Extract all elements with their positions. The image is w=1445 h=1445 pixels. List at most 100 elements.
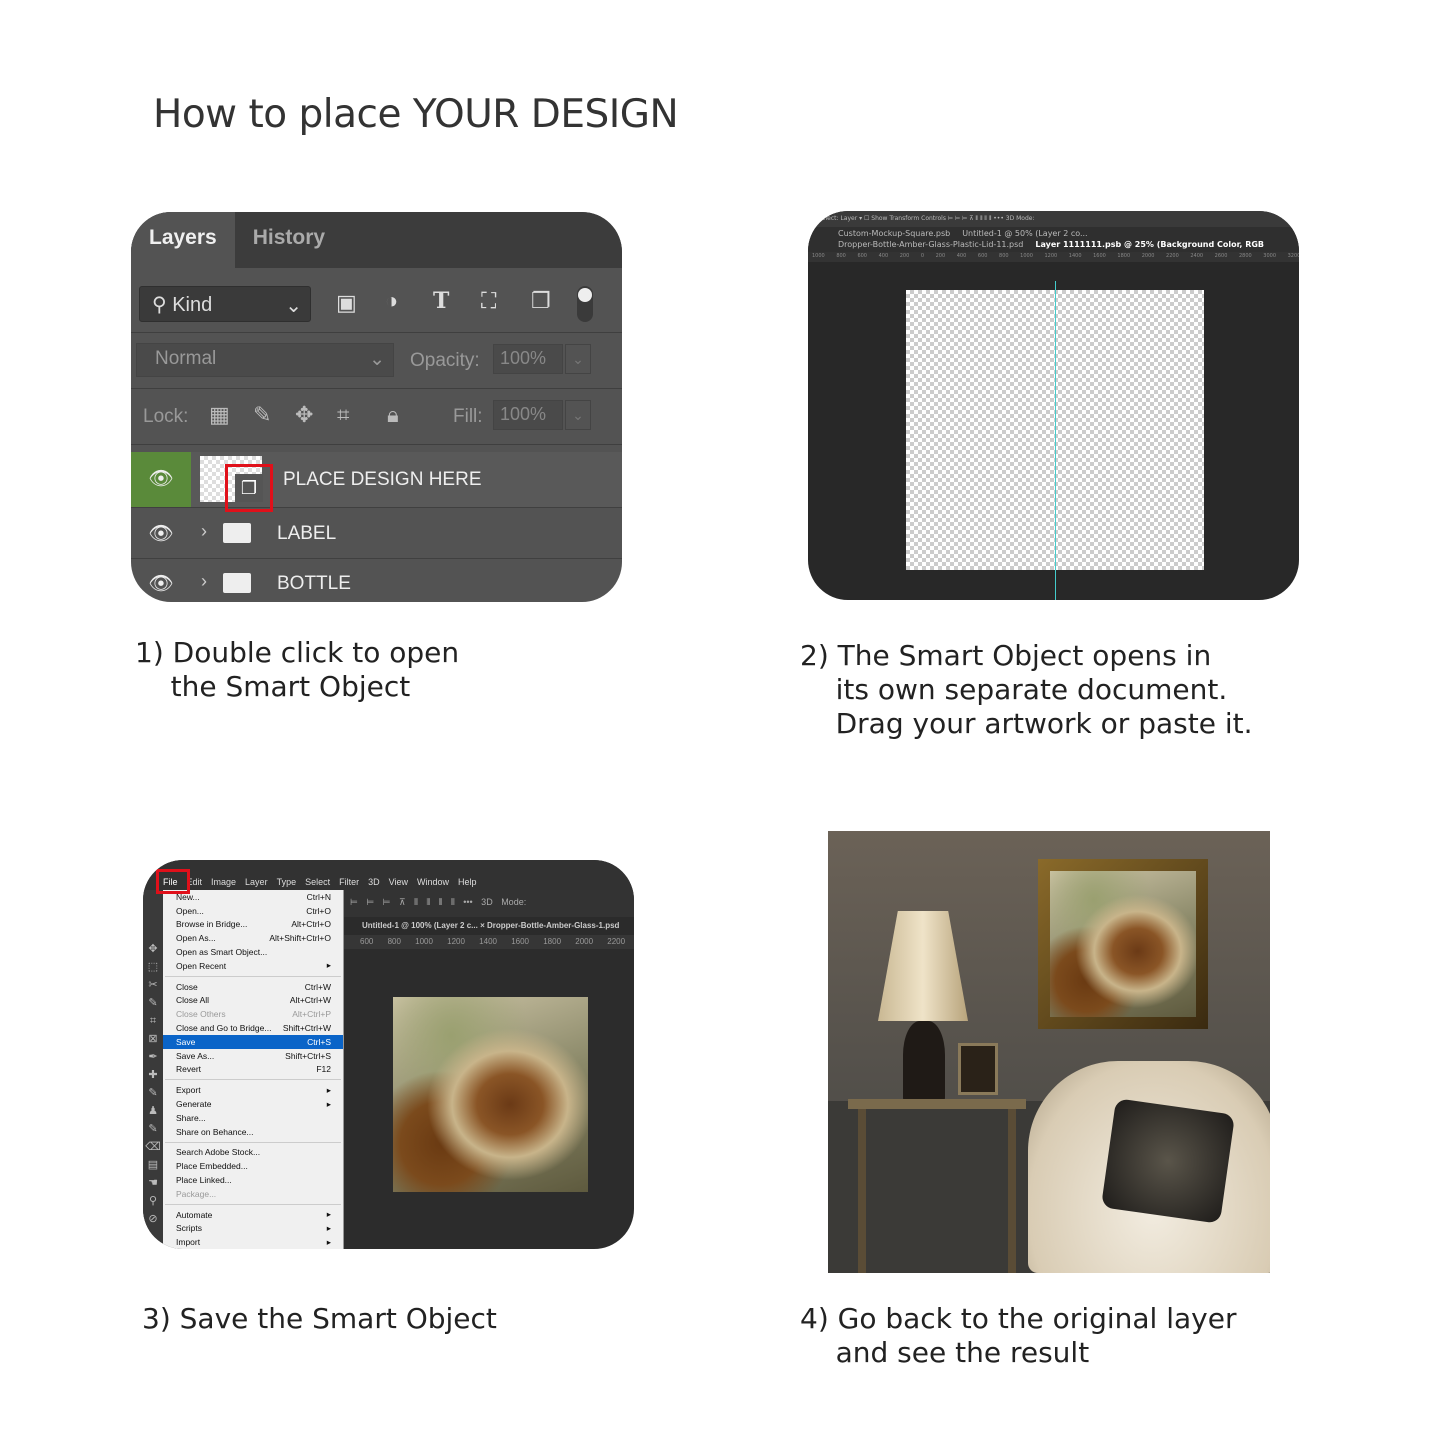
menu-item-generate[interactable]: Generate ▸ bbox=[163, 1097, 343, 1111]
menu-item-close-and-go-to-bridge[interactable]: Close and Go to Bridge... Shift+Ctrl+W bbox=[163, 1021, 343, 1035]
layer-row-bottle[interactable]: 👁︎ › BOTTLE bbox=[131, 559, 622, 602]
menu-help[interactable]: Help bbox=[458, 877, 477, 890]
layer-name: LABEL bbox=[277, 523, 337, 544]
layer-row-place-design-here[interactable]: 👁︎ ❐ PLACE DESIGN HERE bbox=[131, 452, 622, 512]
eye-icon[interactable]: 👁︎ bbox=[131, 509, 191, 558]
menu-item-label: Generate bbox=[176, 1099, 212, 1110]
opacity-dropdown[interactable]: ⌄ bbox=[565, 344, 591, 374]
menu-item-shortcut: ▸ bbox=[326, 1098, 331, 1109]
layer-name: PLACE DESIGN HERE bbox=[283, 469, 482, 490]
menu-separator bbox=[165, 1079, 341, 1081]
tab-history[interactable]: History bbox=[235, 212, 343, 268]
document-tabs[interactable]: Untitled-1 @ 100% (Layer 2 c... × Droppe… bbox=[344, 917, 634, 935]
menu-window[interactable]: Window bbox=[417, 877, 449, 890]
doc-tab[interactable]: Dropper-Bottle-Amber-Glass-Plastic-Lid-1… bbox=[838, 240, 1023, 250]
type-filter-icon[interactable]: T bbox=[433, 288, 449, 314]
menu-item-export[interactable]: Export ▸ bbox=[163, 1083, 343, 1097]
menu-item-new[interactable]: New... Ctrl+N bbox=[163, 890, 343, 904]
menu-item-shortcut: F12 bbox=[316, 1064, 331, 1075]
menu-item-place-embedded[interactable]: Place Embedded... bbox=[163, 1159, 343, 1173]
lock-icon[interactable]: 🔒︎ bbox=[387, 402, 399, 428]
menu-item-save-as[interactable]: Save As... Shift+Ctrl+S bbox=[163, 1049, 343, 1063]
tools-panel: ✥ ⬚ ✂ ✎ ⌗ ⊠ ✒ ✚ ✎ ♟ ✎ ⌫ ▤ ☚ ⚲ ⊘ bbox=[143, 890, 163, 1249]
guide-line[interactable] bbox=[1055, 281, 1056, 600]
filter-toggle[interactable] bbox=[577, 286, 593, 322]
smart-object-icon[interactable]: ❐ bbox=[235, 474, 263, 502]
menu-image[interactable]: Image bbox=[211, 877, 236, 890]
menu-item-shortcut: ▸ bbox=[326, 1222, 331, 1233]
table-leg bbox=[1008, 1109, 1016, 1273]
doc-tab[interactable]: Untitled-1 @ 50% (Layer 2 co... bbox=[962, 229, 1087, 239]
chevron-down-icon: ⌄ bbox=[369, 349, 385, 370]
menu-item-browse-in-bridge[interactable]: Browse in Bridge... Alt+Ctrl+O bbox=[163, 918, 343, 932]
menu-item-shortcut: Shift+Ctrl+S bbox=[285, 1050, 331, 1061]
menu-item-open-as[interactable]: Open As... Alt+Shift+Ctrl+O bbox=[163, 931, 343, 945]
eye-icon[interactable]: 👁︎ bbox=[131, 452, 191, 507]
menu-item-revert[interactable]: Revert F12 bbox=[163, 1063, 343, 1077]
kind-label: Kind bbox=[172, 294, 213, 316]
smart-object-filter-icon[interactable]: ❐ bbox=[531, 288, 551, 314]
menu-item-search-adobe-stock[interactable]: Search Adobe Stock... bbox=[163, 1146, 343, 1160]
adjustment-filter-icon[interactable]: ◑ bbox=[385, 288, 398, 314]
move-icon[interactable]: ✥ bbox=[295, 402, 313, 428]
menu-item-shortcut: ▸ bbox=[326, 1236, 331, 1247]
menu-item-package[interactable]: Package... bbox=[163, 1187, 343, 1201]
menu-view[interactable]: View bbox=[389, 877, 408, 890]
step1-caption: 1) Double click to open the Smart Object bbox=[135, 636, 460, 703]
menu-separator bbox=[165, 1141, 341, 1143]
menu-item-close-all[interactable]: Close All Alt+Ctrl+W bbox=[163, 994, 343, 1008]
eye-icon[interactable]: 👁︎ bbox=[131, 559, 191, 602]
menu-item-share-on-behance[interactable]: Share on Behance... bbox=[163, 1125, 343, 1139]
chevron-right-icon[interactable]: › bbox=[201, 571, 207, 592]
menu-select[interactable]: Select bbox=[305, 877, 330, 890]
opacity-input[interactable]: 100% bbox=[493, 344, 563, 374]
menu-item-scripts[interactable]: Scripts ▸ bbox=[163, 1222, 343, 1236]
menu-item-share[interactable]: Share... bbox=[163, 1111, 343, 1125]
artboard-icon[interactable]: ⌗ bbox=[337, 402, 349, 428]
menu-separator bbox=[165, 975, 341, 977]
fill-input[interactable]: 100% bbox=[493, 400, 563, 430]
fill-dropdown[interactable]: ⌄ bbox=[565, 400, 591, 430]
menu-item-open[interactable]: Open... Ctrl+O bbox=[163, 904, 343, 918]
menu-item-label: Browse in Bridge... bbox=[176, 919, 248, 930]
menu-item-automate[interactable]: Automate ▸ bbox=[163, 1208, 343, 1222]
doc-tab[interactable]: Custom-Mockup-Square.psb bbox=[838, 229, 950, 239]
menu-item-label: Revert bbox=[176, 1064, 202, 1075]
menu-type[interactable]: Type bbox=[277, 877, 297, 890]
menu-item-close[interactable]: Close Ctrl+W bbox=[163, 980, 343, 994]
menu-item-label: Save bbox=[176, 1036, 196, 1047]
menu-item-import[interactable]: Import ▸ bbox=[163, 1235, 343, 1249]
doc-tab-active[interactable]: Layer 1111111.psb @ 25% (Background Colo… bbox=[1035, 240, 1264, 250]
menu-item-label: Place Linked... bbox=[176, 1175, 232, 1186]
document-tabs: Custom-Mockup-Square.psb Untitled-1 @ 50… bbox=[808, 227, 1299, 252]
menu-item-label: Close bbox=[176, 981, 198, 992]
brush-icon[interactable]: ✎ bbox=[253, 402, 271, 428]
menu-separator bbox=[165, 1203, 341, 1205]
menu-item-close-others[interactable]: Close Others Alt+Ctrl+P bbox=[163, 1007, 343, 1021]
menu-layer[interactable]: Layer bbox=[245, 877, 268, 890]
menu-item-open-as-smart-object[interactable]: Open as Smart Object... bbox=[163, 945, 343, 959]
menu-item-label: Package... bbox=[176, 1188, 217, 1199]
lamp-shade bbox=[878, 911, 968, 1021]
menu-item-shortcut: ▸ bbox=[326, 1084, 331, 1095]
menu-item-place-linked[interactable]: Place Linked... bbox=[163, 1173, 343, 1187]
shape-filter-icon[interactable]: ⛶ bbox=[481, 288, 496, 314]
menu-filter[interactable]: Filter bbox=[339, 877, 359, 890]
chevron-right-icon[interactable]: › bbox=[201, 521, 207, 542]
menu-item-shortcut: ▸ bbox=[326, 960, 331, 971]
table-leg bbox=[858, 1109, 866, 1273]
menu-item-save[interactable]: Save Ctrl+S bbox=[163, 1034, 343, 1049]
page-title: How to place YOUR DESIGN bbox=[153, 92, 679, 137]
kind-filter-dropdown[interactable]: ⚲ Kind ⌄ bbox=[139, 286, 311, 322]
blend-mode-dropdown[interactable]: Normal ⌄ bbox=[136, 343, 394, 377]
image-filter-icon[interactable]: ▣ bbox=[336, 290, 357, 316]
tab-layers[interactable]: Layers bbox=[131, 212, 235, 268]
menu-3d[interactable]: 3D bbox=[368, 877, 380, 890]
lock-transparent-icon[interactable]: ▦ bbox=[209, 402, 230, 428]
layer-row-label[interactable]: 👁︎ › LABEL bbox=[131, 509, 622, 559]
menu-item-label: Open As... bbox=[176, 933, 216, 944]
menu-item-open-recent[interactable]: Open Recent ▸ bbox=[163, 959, 343, 973]
menu-bar: File Edit Image Layer Type Select Filter 3D View… bbox=[143, 860, 634, 890]
opacity-label: Opacity: bbox=[410, 350, 480, 371]
side-table-top bbox=[848, 1099, 1026, 1109]
